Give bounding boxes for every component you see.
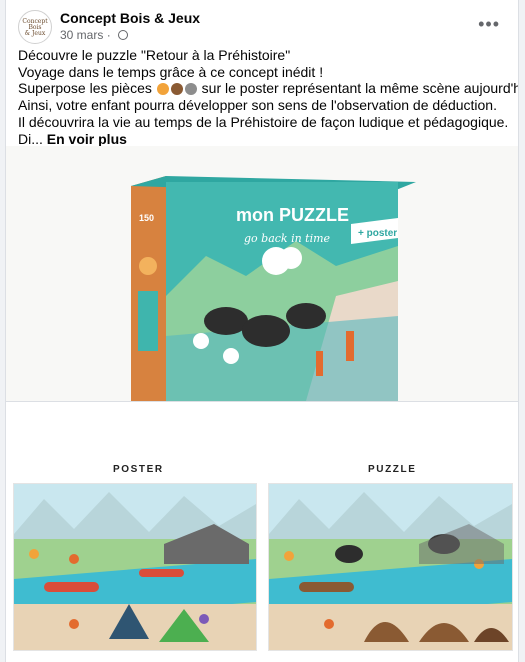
post-card: Concept Bois & Jeux Concept Bois & Jeux … xyxy=(5,0,519,662)
divider xyxy=(6,401,518,402)
post-text: Découvre le puzzle "Retour à la Préhisto… xyxy=(18,47,519,147)
post-line-1: Découvre le puzzle "Retour à la Préhisto… xyxy=(18,47,291,63)
puzzle-box-illustration: mon PUZZLE go back in time + poster 150 xyxy=(6,146,518,401)
post-line-2: Voyage dans le temps grâce à ce concept … xyxy=(18,63,324,80)
poster-image[interactable] xyxy=(13,483,257,651)
box-subtitle: go back in time xyxy=(244,232,331,245)
box-badge: + poster xyxy=(358,228,397,239)
box-count: 150 xyxy=(139,213,154,223)
post-line-3: Superpose les pièces sur le poster repré… xyxy=(18,80,519,97)
post-line-6: Di... En voir plus xyxy=(18,130,127,147)
comparison-photo[interactable]: POSTER PUZZLE xyxy=(6,405,518,662)
see-more-link[interactable]: En voir plus xyxy=(47,131,127,147)
puzzle-image[interactable] xyxy=(268,483,513,651)
page-name[interactable]: Concept Bois & Jeux xyxy=(60,10,200,26)
poster-caption: POSTER xyxy=(113,464,164,475)
avatar[interactable]: Concept Bois & Jeux xyxy=(18,10,52,44)
rock-emoji-icon xyxy=(184,83,197,96)
post-line-5: Il découvrira la vie au temps de la Préh… xyxy=(18,113,509,130)
person-emoji-icon xyxy=(156,83,169,96)
post-header: Concept Bois & Jeux Concept Bois & Jeux … xyxy=(18,10,508,44)
post-date[interactable]: 30 mars xyxy=(60,28,103,42)
globe-icon xyxy=(118,30,129,40)
product-photo[interactable]: mon PUZZLE go back in time + poster 150 xyxy=(6,146,518,401)
avatar-text-3: & Jeux xyxy=(24,30,46,37)
mammoth-emoji-icon xyxy=(170,83,183,96)
post-meta: 30 mars · xyxy=(60,28,129,42)
puzzle-caption: PUZZLE xyxy=(368,464,417,475)
box-title: mon PUZZLE xyxy=(236,205,349,225)
post-line-4: Ainsi, votre enfant pourra développer so… xyxy=(18,97,497,114)
more-options-icon[interactable]: ••• xyxy=(478,14,500,35)
